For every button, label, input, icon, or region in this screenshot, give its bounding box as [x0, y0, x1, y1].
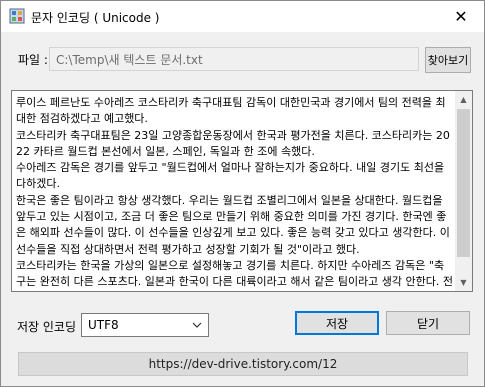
encoding-dialog-window: 문자 인코딩 ( Unicode ) ✕ 파일 : C:\Temp\새 텍스트 …: [0, 0, 485, 387]
title-bar[interactable]: 문자 인코딩 ( Unicode ) ✕: [1, 1, 484, 32]
encoding-select[interactable]: UTF8: [81, 313, 209, 337]
scroll-up-icon[interactable]: ▲: [455, 91, 472, 108]
encoding-selected-value: UTF8: [88, 318, 119, 332]
window-title: 문자 인코딩 ( Unicode ): [31, 11, 160, 25]
close-button[interactable]: 닫기: [386, 311, 470, 335]
footer-url: https://dev-drive.tistory.com/12: [18, 352, 468, 376]
file-label: 파일 :: [18, 53, 48, 67]
chevron-down-icon: [192, 320, 202, 331]
scroll-down-icon[interactable]: ▼: [455, 274, 472, 291]
text-editor-content[interactable]: 루이스 페르난도 수아레즈 코스타리카 축구대표팀 감독이 대한민국과 경기에서…: [16, 95, 453, 291]
save-button[interactable]: 저장: [295, 311, 379, 335]
vertical-scrollbar[interactable]: ▲ ▼: [455, 91, 472, 291]
encoding-label: 저장 인코딩 :: [17, 320, 84, 334]
close-icon[interactable]: ✕: [438, 1, 484, 32]
file-path-field[interactable]: C:\Temp\새 텍스트 문서.txt: [49, 47, 419, 71]
app-icon: [9, 8, 25, 24]
scrollbar-thumb[interactable]: [457, 109, 470, 257]
browse-button[interactable]: 찾아보기: [425, 47, 471, 73]
text-editor[interactable]: 루이스 페르난도 수아레즈 코스타리카 축구대표팀 감독이 대한민국과 경기에서…: [11, 90, 473, 292]
